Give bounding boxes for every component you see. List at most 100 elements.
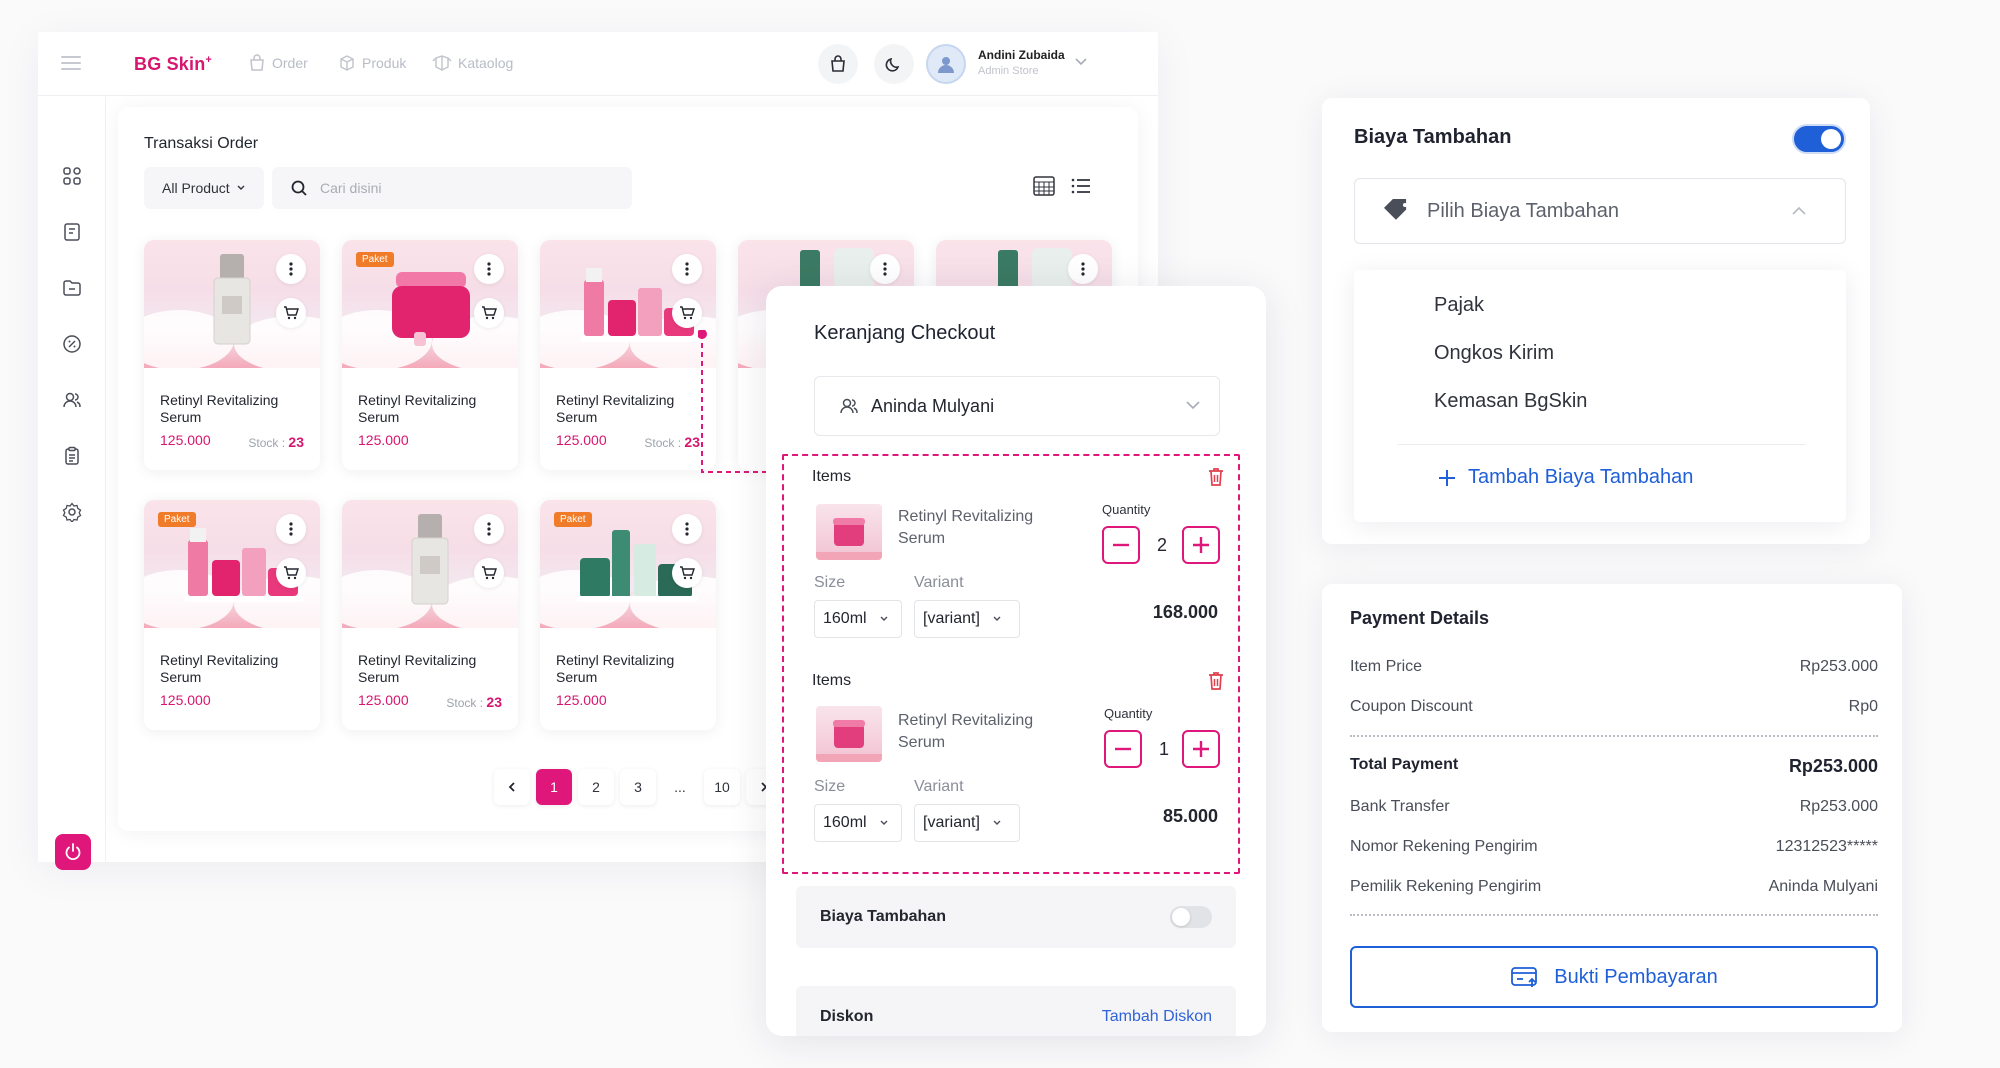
chevron-down-icon <box>992 615 1002 623</box>
trash-icon[interactable] <box>1206 670 1226 692</box>
additional-cost-toggle[interactable] <box>1170 906 1212 928</box>
settings-icon[interactable] <box>60 500 84 524</box>
add-discount-link[interactable]: Tambah Diskon <box>1102 1008 1212 1026</box>
additional-cost-placeholder: Pilih Biaya Tambahan <box>1427 199 1619 222</box>
clipboard-icon[interactable] <box>60 444 84 468</box>
pagination-page-10[interactable]: 10 <box>704 769 740 805</box>
add-additional-cost-button[interactable]: Tambah Biaya Tambahan <box>1438 466 1693 489</box>
cart-icon <box>283 566 299 580</box>
variant-select[interactable]: [variant] <box>914 600 1020 638</box>
box-icon <box>338 54 356 72</box>
avatar[interactable] <box>926 44 966 84</box>
payment-method-label: Bank Transfer <box>1350 798 1450 815</box>
quantity-increase-button[interactable] <box>1182 526 1220 564</box>
coupon-value: Rp0 <box>1848 698 1878 715</box>
line-item-name: Retinyl Revitalizing Serum <box>898 712 1034 751</box>
pagination-prev[interactable] <box>494 769 530 805</box>
search-icon <box>290 179 308 197</box>
more-options-button[interactable] <box>276 254 306 284</box>
customer-name: Aninda Mulyani <box>871 395 995 416</box>
more-options-button[interactable] <box>474 514 504 544</box>
folder-icon[interactable] <box>60 276 84 300</box>
grid-view-icon[interactable] <box>1032 175 1056 197</box>
more-vertical-icon <box>289 262 293 276</box>
product-card[interactable]: Retinyl Revitalizing Serum 125.000 Stock :… <box>540 240 716 470</box>
chevron-down-icon[interactable] <box>1074 56 1088 66</box>
more-options-button[interactable] <box>672 254 702 284</box>
chevron-down-icon <box>1185 399 1201 411</box>
add-to-cart-button[interactable] <box>474 558 504 588</box>
dropdown-option-kemasan[interactable]: Kemasan BgSkin <box>1434 390 1587 413</box>
pagination-page-3[interactable]: 3 <box>620 769 656 805</box>
item-price-label: Item Price <box>1350 658 1423 675</box>
plus-icon <box>1438 469 1456 487</box>
receipt-icon[interactable] <box>60 220 84 244</box>
product-price: 125.000 <box>556 692 607 708</box>
sidebar <box>38 96 106 870</box>
customer-select[interactable]: Aninda Mulyani <box>814 376 1220 436</box>
product-filter-dropdown[interactable]: All Product <box>144 167 264 209</box>
add-to-cart-button[interactable] <box>672 298 702 328</box>
size-select[interactable]: 160ml <box>814 804 902 842</box>
add-to-cart-button[interactable] <box>672 558 702 588</box>
more-options-button[interactable] <box>474 254 504 284</box>
users-icon[interactable] <box>60 388 84 412</box>
list-view-icon[interactable] <box>1070 175 1092 197</box>
logout-button[interactable] <box>55 834 91 870</box>
nav-produk[interactable]: Produk <box>338 54 406 72</box>
product-name: Retinyl Revitalizing Serum <box>358 392 477 425</box>
add-to-cart-button[interactable] <box>276 298 306 328</box>
chevron-down-icon <box>879 819 889 827</box>
variant-select[interactable]: [variant] <box>914 804 1020 842</box>
product-card[interactable]: Paket Retinyl Revitalizing Serum 125.000 <box>144 500 320 730</box>
payment-proof-button[interactable]: Bukti Pembayaran <box>1350 946 1878 1008</box>
card-upload-icon <box>1510 965 1540 989</box>
stock-label: Stock : <box>446 696 484 710</box>
cart-icon <box>679 306 695 320</box>
additional-cost-select[interactable]: Pilih Biaya Tambahan <box>1354 178 1846 244</box>
product-name: Retinyl Revitalizing Serum <box>556 652 675 685</box>
more-options-button[interactable] <box>672 514 702 544</box>
product-price: 125.000 <box>556 432 607 448</box>
quantity-decrease-button[interactable] <box>1102 526 1140 564</box>
more-options-button[interactable] <box>276 514 306 544</box>
pagination-page-1[interactable]: 1 <box>536 769 572 805</box>
more-vertical-icon <box>685 522 689 536</box>
quantity-decrease-button[interactable] <box>1104 730 1142 768</box>
size-select[interactable]: 160ml <box>814 600 902 638</box>
add-to-cart-button[interactable] <box>276 558 306 588</box>
dropdown-option-ongkos-kirim[interactable]: Ongkos Kirim <box>1434 342 1554 365</box>
line-item-price: 85.000 <box>1162 806 1218 826</box>
dark-mode-button[interactable] <box>874 44 914 84</box>
add-to-cart-button[interactable] <box>474 298 504 328</box>
product-card[interactable]: Retinyl Revitalizing Serum 125.000 Stock :… <box>342 500 518 730</box>
payment-method-amount: Rp253.000 <box>1799 798 1878 815</box>
brand-logo[interactable]: BG Skin+ <box>134 54 212 75</box>
pagination-page-2[interactable]: 2 <box>578 769 614 805</box>
nav-katalog[interactable]: Kataolog <box>432 54 513 72</box>
search-input[interactable]: Cari disini <box>272 167 632 209</box>
shopping-bag-button[interactable] <box>818 44 858 84</box>
menu-icon[interactable] <box>60 54 82 72</box>
product-card[interactable]: Paket Retinyl Revitalizing Serum 125.000 <box>540 500 716 730</box>
quantity-increase-button[interactable] <box>1182 730 1220 768</box>
dashboard-icon[interactable] <box>60 164 84 188</box>
dropdown-option-pajak[interactable]: Pajak <box>1434 294 1484 317</box>
discount-icon[interactable] <box>60 332 84 356</box>
product-stock: Stock : 23 <box>446 694 502 710</box>
product-card[interactable]: Retinyl Revitalizing Serum 125.000 Stock :… <box>144 240 320 470</box>
product-card[interactable]: Paket Retinyl Revitalizing Serum 125.000 <box>342 240 518 470</box>
product-name: Retinyl Revitalizing Serum <box>160 652 279 685</box>
page-title: Transaksi Order <box>144 135 259 152</box>
stock-label: Stock : <box>248 436 286 450</box>
bag-icon <box>248 54 266 72</box>
more-options-button[interactable] <box>1068 254 1098 284</box>
trash-icon[interactable] <box>1206 466 1226 488</box>
account-number-row: Nomor Rekening Pengirim 12312523***** <box>1350 838 1878 856</box>
product-stock: Stock : 23 <box>644 434 700 450</box>
plus-icon <box>1192 740 1210 758</box>
nav-order[interactable]: Order <box>248 54 308 72</box>
more-options-button[interactable] <box>870 254 900 284</box>
chevron-down-icon <box>236 184 246 192</box>
additional-cost-toggle[interactable] <box>1792 124 1846 154</box>
